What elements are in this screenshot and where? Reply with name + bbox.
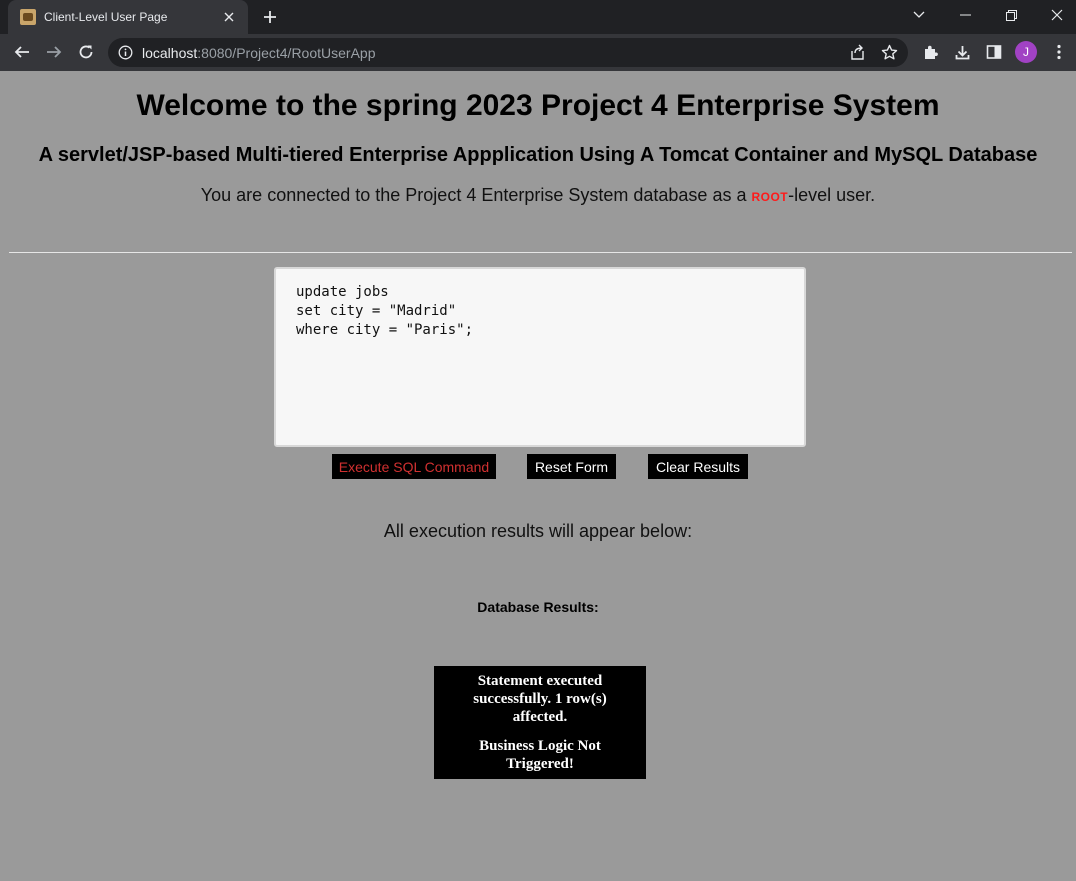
- close-tab-icon[interactable]: [220, 8, 238, 26]
- close-window-icon[interactable]: [1034, 0, 1076, 30]
- address-bar[interactable]: localhost:8080/Project4/RootUserApp: [108, 38, 908, 67]
- bookmark-star-icon[interactable]: [881, 44, 898, 66]
- forward-arrow-icon[interactable]: [40, 38, 68, 66]
- back-arrow-icon[interactable]: [8, 38, 36, 66]
- result-message-box: Statement executed successfully. 1 row(s…: [434, 666, 646, 779]
- chrome-menu-icon[interactable]: [1045, 38, 1073, 66]
- new-tab-icon[interactable]: [258, 5, 282, 29]
- sql-command-input[interactable]: update jobs set city = "Madrid" where ci…: [274, 267, 806, 447]
- page-subtitle: A servlet/JSP-based Multi-tiered Enterpr…: [38, 144, 1038, 166]
- download-icon[interactable]: [948, 38, 976, 66]
- page-title: Welcome to the spring 2023 Project 4 Ent…: [136, 89, 940, 122]
- reload-icon[interactable]: [72, 38, 100, 66]
- minimize-icon[interactable]: [942, 0, 988, 30]
- divider: [9, 252, 1072, 253]
- clear-results-button[interactable]: Clear Results: [648, 454, 748, 479]
- profile-avatar[interactable]: J: [1015, 41, 1037, 63]
- page-content: Welcome to the spring 2023 Project 4 Ent…: [0, 71, 1076, 881]
- restore-icon[interactable]: [988, 0, 1034, 30]
- side-panel-icon[interactable]: [980, 38, 1008, 66]
- connection-status: You are connected to the Project 4 Enter…: [200, 185, 876, 205]
- database-results-label: Database Results:: [477, 599, 599, 615]
- share-icon[interactable]: [849, 44, 866, 66]
- extensions-puzzle-icon[interactable]: [916, 38, 944, 66]
- reset-form-button[interactable]: Reset Form: [527, 454, 616, 479]
- url-text: localhost:8080/Project4/RootUserApp: [142, 45, 376, 61]
- results-note: All execution results will appear below:: [383, 521, 693, 541]
- tab-search-chevron-icon[interactable]: [896, 0, 942, 30]
- browser-toolbar: localhost:8080/Project4/RootUserApp J: [0, 34, 1076, 71]
- tab-strip: Client-Level User Page: [0, 0, 1076, 34]
- tab-title: Client-Level User Page: [44, 10, 168, 24]
- business-logic-message: Business Logic Not Triggered!: [479, 738, 601, 772]
- user-role: root: [751, 186, 789, 205]
- site-info-icon[interactable]: [118, 45, 133, 65]
- execute-sql-button[interactable]: Execute SQL Command: [332, 454, 496, 479]
- result-status-message: Statement executed successfully. 1 row(s…: [473, 673, 607, 725]
- tomcat-favicon-icon: [20, 9, 36, 25]
- browser-tab[interactable]: Client-Level User Page: [8, 0, 248, 34]
